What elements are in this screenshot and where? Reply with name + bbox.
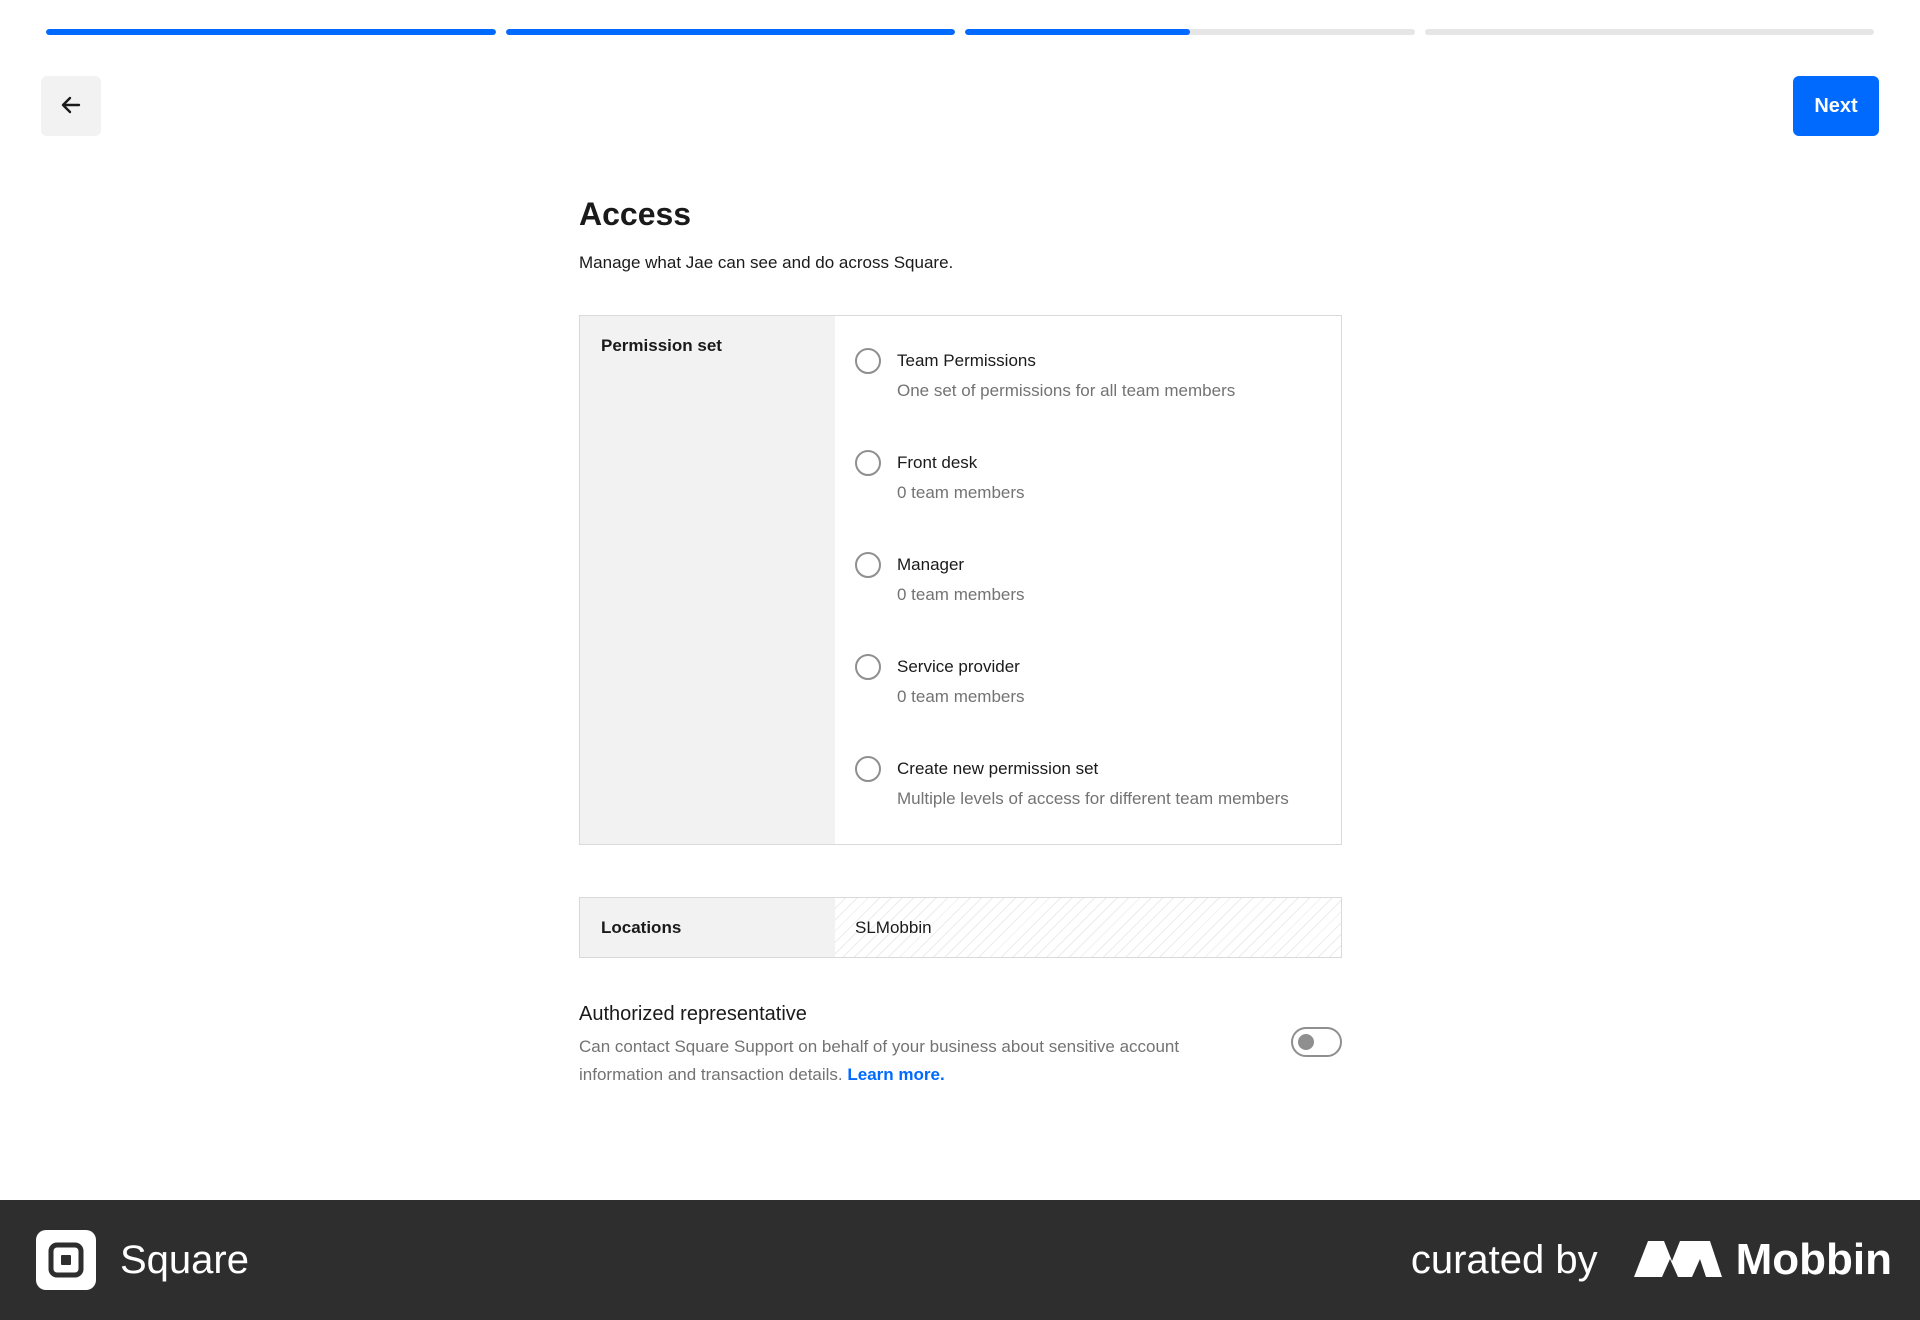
permission-set-label-cell: Permission set	[580, 316, 835, 844]
progress-segment-3	[965, 29, 1415, 35]
option-description: 0 team members	[897, 687, 1025, 706]
progress-fill-2	[505, 29, 955, 35]
toggle-knob	[1298, 1034, 1314, 1050]
option-description: One set of permissions for all team memb…	[897, 381, 1236, 400]
option-description: 0 team members	[897, 483, 1025, 502]
authorized-representative-description: Can contact Square Support on behalf of …	[579, 1033, 1249, 1089]
radio-button[interactable]	[855, 654, 881, 680]
progress-fill-3	[965, 29, 1190, 35]
locations-card: Locations SLMobbin	[579, 897, 1342, 958]
curated-label: curated by	[1410, 1237, 1598, 1282]
option-create-new-permission-set[interactable]: Create new permission set Multiple level…	[855, 756, 1321, 858]
option-manager[interactable]: Manager 0 team members	[855, 552, 1321, 654]
square-logo-icon	[36, 1230, 96, 1290]
mobbin-logo-icon	[1633, 1237, 1722, 1284]
progress-segment-2	[505, 29, 955, 35]
radio-button[interactable]	[855, 348, 881, 374]
learn-more-link[interactable]: Learn more.	[847, 1065, 944, 1084]
back-button[interactable]	[41, 76, 101, 136]
next-button[interactable]: Next	[1793, 76, 1879, 136]
page-title: Access	[579, 196, 692, 232]
permission-set-options: Team Permissions One set of permissions …	[835, 316, 1341, 844]
progress-fill-1	[46, 29, 496, 35]
locations-value: SLMobbin	[835, 898, 1341, 957]
option-title: Front desk	[897, 453, 978, 472]
radio-button[interactable]	[855, 450, 881, 476]
curated-by: curated by Mobbin	[1411, 1235, 1892, 1285]
arrow-left-icon	[59, 93, 83, 120]
progress-bar	[46, 29, 1874, 35]
authorized-representative-toggle[interactable]	[1291, 1027, 1342, 1057]
brand-name: Square	[120, 1237, 249, 1282]
option-title: Team Permissions	[897, 351, 1036, 370]
option-title: Service provider	[897, 657, 1020, 676]
option-service-provider[interactable]: Service provider 0 team members	[855, 654, 1321, 756]
footer-banner: Square curated by Mobbin	[0, 1200, 1920, 1320]
page-subtitle: Manage what Jae can see and do across Sq…	[579, 253, 954, 272]
option-front-desk[interactable]: Front desk 0 team members	[855, 450, 1321, 552]
permission-set-card: Permission set Team Permissions One set …	[579, 315, 1342, 845]
authorized-representative-title: Authorized representative	[579, 1003, 807, 1025]
radio-button[interactable]	[855, 756, 881, 782]
option-team-permissions[interactable]: Team Permissions One set of permissions …	[855, 348, 1321, 450]
mobbin-brand: Mobbin	[1633, 1235, 1892, 1285]
locations-label: Locations	[601, 917, 682, 937]
square-brand: Square	[36, 1230, 249, 1290]
option-description: 0 team members	[897, 585, 1025, 604]
permission-set-label: Permission set	[601, 336, 722, 355]
progress-segment-4	[1424, 29, 1874, 35]
radio-button[interactable]	[855, 552, 881, 578]
main-content: Access Manage what Jae can see and do ac…	[579, 196, 1342, 1089]
mobbin-name: Mobbin	[1735, 1235, 1892, 1284]
locations-label-cell: Locations	[580, 898, 835, 957]
option-title: Create new permission set	[897, 759, 1099, 778]
option-title: Manager	[897, 555, 965, 574]
option-description: Multiple levels of access for different …	[897, 789, 1289, 808]
progress-segment-1	[46, 29, 496, 35]
authorized-representative-row: Authorized representative Can contact Sq…	[579, 1003, 1342, 1089]
